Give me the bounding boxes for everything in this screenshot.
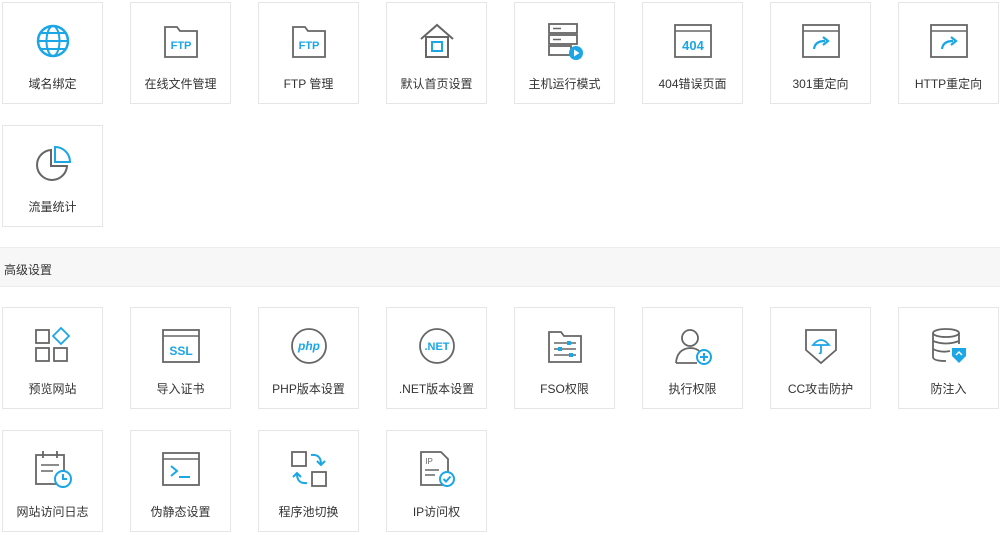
tile-site-access-log[interactable]: 网站访问日志 bbox=[2, 430, 103, 532]
redirect-icon bbox=[929, 21, 969, 61]
calendar-clock-icon bbox=[33, 449, 73, 489]
tile-fso-permission[interactable]: FSO权限 bbox=[514, 307, 615, 409]
folder-sliders-icon bbox=[545, 326, 585, 366]
php-icon-text: php bbox=[297, 339, 320, 353]
tile-execute-permission[interactable]: 执行权限 bbox=[642, 307, 743, 409]
tile-label: 在线文件管理 bbox=[144, 77, 217, 91]
tile-label: 默认首页设置 bbox=[400, 77, 473, 91]
404-icon-text: 404 bbox=[682, 38, 704, 53]
tile-http-redirect[interactable]: HTTP重定向 bbox=[898, 2, 999, 104]
ftp-icon-text: FTP bbox=[298, 40, 319, 52]
tile-label: 主机运行模式 bbox=[528, 77, 601, 91]
tile-label: PHP版本设置 bbox=[272, 382, 345, 396]
tile-anti-injection[interactable]: 防注入 bbox=[898, 307, 999, 409]
tile-label: FSO权限 bbox=[540, 382, 589, 396]
ftp-folder-icon: FTP bbox=[161, 21, 201, 61]
tile-dotnet-version[interactable]: .NET .NET版本设置 bbox=[386, 307, 487, 409]
dotnet-icon-text: .NET bbox=[424, 341, 449, 353]
tile-label: .NET版本设置 bbox=[398, 382, 475, 396]
tile-pseudo-static[interactable]: 伪静态设置 bbox=[130, 430, 231, 532]
globe-icon bbox=[33, 21, 73, 61]
database-shield-icon bbox=[929, 326, 969, 366]
dotnet-icon: .NET bbox=[417, 326, 457, 366]
tile-label: 流量统计 bbox=[28, 200, 77, 214]
tile-404-page[interactable]: 404 404错误页面 bbox=[642, 2, 743, 104]
ip-icon-text: IP bbox=[425, 457, 433, 466]
ftp-folder-icon: FTP bbox=[289, 21, 329, 61]
tile-php-version[interactable]: php PHP版本设置 bbox=[258, 307, 359, 409]
tile-label: 执行权限 bbox=[668, 382, 717, 396]
tile-301-redirect[interactable]: 301重定向 bbox=[770, 2, 871, 104]
tile-label: FTP 管理 bbox=[283, 77, 334, 91]
tile-online-file-manager[interactable]: FTP 在线文件管理 bbox=[130, 2, 231, 104]
404-icon: 404 bbox=[673, 21, 713, 61]
tile-label: 伪静态设置 bbox=[150, 505, 211, 519]
tile-default-homepage[interactable]: 默认首页设置 bbox=[386, 2, 487, 104]
home-icon bbox=[417, 21, 457, 61]
tile-label: 404错误页面 bbox=[658, 77, 727, 91]
redirect-icon bbox=[801, 21, 841, 61]
tile-label: 程序池切换 bbox=[278, 505, 339, 519]
tile-domain-binding[interactable]: 域名绑定 bbox=[2, 2, 103, 104]
shield-umbrella-icon bbox=[801, 326, 841, 366]
advanced-settings-header: 高级设置 bbox=[0, 247, 1000, 287]
tile-import-certificate[interactable]: SSL 导入证书 bbox=[130, 307, 231, 409]
grid-icon bbox=[33, 326, 73, 366]
ip-doc-check-icon: IP bbox=[417, 449, 457, 489]
tile-label: HTTP重定向 bbox=[914, 77, 983, 91]
tile-traffic-stats[interactable]: 流量统计 bbox=[2, 125, 103, 227]
tile-cc-attack-protection[interactable]: CC攻击防护 bbox=[770, 307, 871, 409]
section-title: 高级设置 bbox=[4, 263, 53, 277]
ftp-icon-text: FTP bbox=[170, 40, 191, 52]
tile-host-run-mode[interactable]: 主机运行模式 bbox=[514, 2, 615, 104]
tile-ftp-manage[interactable]: FTP FTP 管理 bbox=[258, 2, 359, 104]
terminal-icon bbox=[161, 449, 201, 489]
tile-label: 预览网站 bbox=[28, 382, 77, 396]
tile-label: CC攻击防护 bbox=[787, 382, 854, 396]
tile-app-pool-switch[interactable]: 程序池切换 bbox=[258, 430, 359, 532]
server-play-icon bbox=[545, 21, 585, 61]
tile-label: IP访问权 bbox=[412, 505, 461, 519]
tile-label: 301重定向 bbox=[792, 77, 849, 91]
ssl-icon: SSL bbox=[161, 326, 201, 366]
tile-ip-access[interactable]: IP IP访问权 bbox=[386, 430, 487, 532]
user-add-icon bbox=[673, 326, 713, 366]
php-icon: php bbox=[289, 326, 329, 366]
ssl-icon-text: SSL bbox=[169, 344, 192, 358]
tile-label: 域名绑定 bbox=[28, 77, 77, 91]
tile-preview-site[interactable]: 预览网站 bbox=[2, 307, 103, 409]
tile-label: 网站访问日志 bbox=[16, 505, 89, 519]
tile-label: 导入证书 bbox=[156, 382, 205, 396]
pie-chart-icon bbox=[33, 144, 73, 184]
tile-label: 防注入 bbox=[930, 382, 967, 396]
swap-icon bbox=[289, 449, 329, 489]
